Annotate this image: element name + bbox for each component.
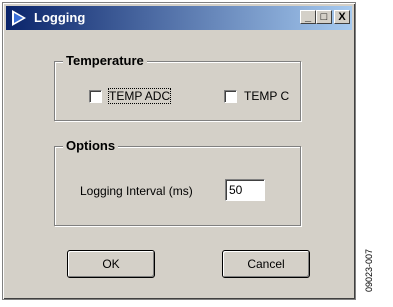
options-legend: Options — [63, 138, 119, 154]
close-button[interactable]: X — [334, 10, 350, 24]
options-group: Options Logging Interval (ms) — [54, 138, 301, 226]
cancel-button[interactable]: Cancel — [222, 250, 310, 278]
ok-button[interactable]: OK — [67, 250, 155, 278]
figure-reference: 09023-007 — [364, 248, 374, 292]
maximize-button[interactable]: □ — [316, 10, 332, 24]
logging-interval-label: Logging Interval (ms) — [80, 184, 193, 198]
temp-adc-label[interactable]: TEMP ADC — [107, 88, 172, 104]
app-arrow-icon — [12, 10, 26, 26]
temp-c-checkbox[interactable] — [224, 90, 237, 103]
logging-dialog: Logging _ □ X Temperature TEMP ADC TEMP … — [2, 2, 356, 300]
temp-c-label[interactable]: TEMP C — [244, 89, 289, 103]
title-bar[interactable]: Logging _ □ X — [6, 6, 352, 30]
logging-interval-input[interactable] — [225, 179, 265, 201]
window-title: Logging — [34, 10, 86, 25]
temp-adc-checkbox[interactable] — [89, 90, 102, 103]
temperature-legend: Temperature — [63, 53, 147, 69]
minimize-button[interactable]: _ — [300, 10, 316, 24]
temperature-group: Temperature TEMP ADC TEMP C — [54, 53, 301, 121]
